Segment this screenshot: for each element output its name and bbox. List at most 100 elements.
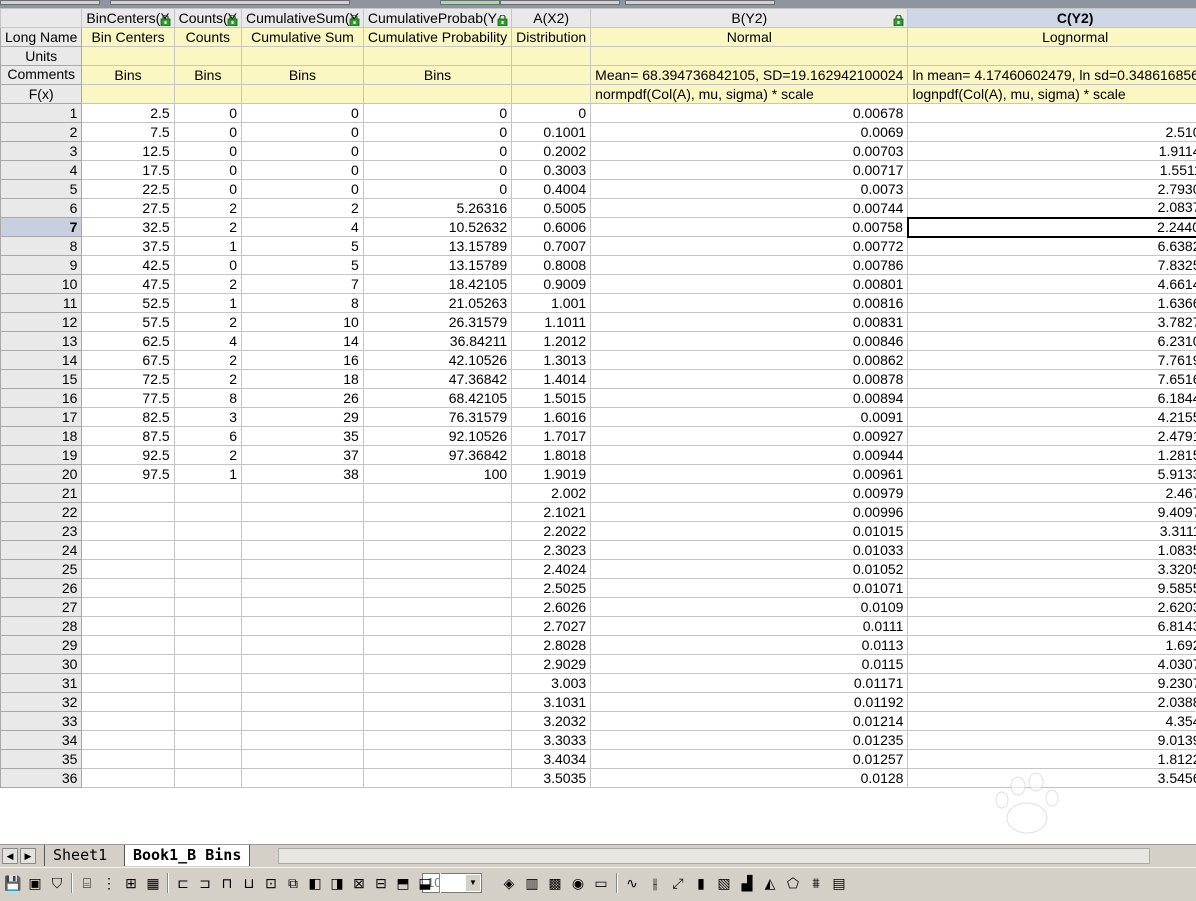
data-cell[interactable]: 5.26316	[363, 199, 511, 218]
data-cell[interactable]: 0.00894	[591, 389, 908, 408]
data-cell[interactable]: 1.2012	[512, 332, 591, 351]
data-cell[interactable]: 0.7007	[512, 237, 591, 256]
data-cell[interactable]: 5.91334E-21	[908, 465, 1196, 484]
comments-cell[interactable]: Bins	[242, 66, 364, 85]
data-cell[interactable]: 4.03076E-16	[908, 655, 1196, 674]
data-cell[interactable]: 1.3013	[512, 351, 591, 370]
data-cell[interactable]: 72.5	[82, 370, 174, 389]
data-cell[interactable]: 2.5107E-72	[908, 123, 1196, 142]
data-cell[interactable]: 0.00816	[591, 294, 908, 313]
data-cell[interactable]: 0.00801	[591, 275, 908, 294]
comments-cell[interactable]: Mean= 68.394736842105, SD=19.16294210002…	[591, 66, 908, 85]
data-cell[interactable]: 4.3545E-15	[908, 712, 1196, 731]
column-header[interactable]: Counts(Y	[174, 9, 241, 28]
data-cell[interactable]: 0.01214	[591, 712, 908, 731]
data-cell[interactable]	[363, 750, 511, 769]
data-cell[interactable]: 9.40972E-20	[908, 503, 1196, 522]
data-cell[interactable]: --	[908, 104, 1196, 123]
data-cell[interactable]: 1	[174, 294, 241, 313]
data-cell[interactable]	[82, 598, 174, 617]
tab-scroll-left-icon[interactable]: ◀	[2, 848, 18, 864]
data-cell[interactable]	[174, 579, 241, 598]
data-cell[interactable]: 3.78276E-28	[908, 313, 1196, 332]
data-cell[interactable]: 0	[363, 180, 511, 199]
units-cell[interactable]	[82, 47, 174, 66]
data-cell[interactable]: 2.62035E-17	[908, 598, 1196, 617]
data-cell[interactable]	[242, 655, 364, 674]
data-cell[interactable]: 2.03884E-15	[908, 693, 1196, 712]
data-cell[interactable]	[174, 731, 241, 750]
data-cell[interactable]: 7.76196E-26	[908, 351, 1196, 370]
data-cell[interactable]: 3.1031	[512, 693, 591, 712]
data-cell[interactable]	[82, 503, 174, 522]
data-cell[interactable]: 1.7017	[512, 427, 591, 446]
group-icon[interactable]: ▦	[144, 874, 162, 892]
data-cell[interactable]	[363, 484, 511, 503]
data-cell[interactable]: 0	[512, 104, 591, 123]
data-cell[interactable]	[363, 769, 511, 788]
data-cell[interactable]: 0.00758	[591, 218, 908, 237]
data-cell[interactable]: 1.91149E-57	[908, 142, 1196, 161]
data-cell[interactable]: 0.2002	[512, 142, 591, 161]
data-cell[interactable]	[242, 617, 364, 636]
data-cell[interactable]	[363, 560, 511, 579]
data-cell[interactable]: 2.4024	[512, 560, 591, 579]
align-right-icon[interactable]: ⊐	[196, 874, 214, 892]
layout-icon[interactable]: ⊞	[122, 874, 140, 892]
data-cell[interactable]: 4	[242, 218, 364, 237]
data-cell[interactable]: 13.15789	[363, 256, 511, 275]
data-cell[interactable]	[363, 541, 511, 560]
data-cell[interactable]: 0.01235	[591, 731, 908, 750]
fx-cell[interactable]	[82, 85, 174, 104]
data-cell[interactable]	[82, 541, 174, 560]
data-cell[interactable]	[242, 731, 364, 750]
data-cell[interactable]: 10	[242, 313, 364, 332]
row-number[interactable]: 7	[1, 218, 82, 237]
data-cell[interactable]: 0.00846	[591, 332, 908, 351]
data-cell[interactable]: 2.08373E-40	[908, 199, 1196, 218]
column-header[interactable]: BinCenters(X	[82, 9, 174, 28]
data-cell[interactable]	[363, 674, 511, 693]
comments-cell[interactable]: ln mean= 4.17460602479, ln sd=0.34861685…	[908, 66, 1196, 85]
data-cell[interactable]: 3.54563E-14	[908, 769, 1196, 788]
worksheet-grid[interactable]: BinCenters(XCounts(YCumulativeSum(YCumul…	[0, 8, 1196, 844]
tab-book1-b-bins[interactable]: Book1_B Bins	[124, 845, 250, 866]
data-cell[interactable]: 0.0128	[591, 769, 908, 788]
data-cell[interactable]: 14	[242, 332, 364, 351]
longname-cell[interactable]: Distribution	[512, 28, 591, 47]
data-cell[interactable]: 1	[174, 237, 241, 256]
row-number[interactable]: 3	[1, 142, 82, 161]
row-number[interactable]: 35	[1, 750, 82, 769]
row-number[interactable]: 18	[1, 427, 82, 446]
data-cell[interactable]: 2	[174, 351, 241, 370]
data-cell[interactable]	[82, 750, 174, 769]
data-cell[interactable]	[242, 579, 364, 598]
data-cell[interactable]: 2	[174, 446, 241, 465]
resize-icon[interactable]: ⊠	[350, 874, 368, 892]
data-cell[interactable]: 2	[174, 370, 241, 389]
row-number[interactable]: 17	[1, 408, 82, 427]
comments-cell[interactable]: Bins	[174, 66, 241, 85]
data-cell[interactable]: 0	[363, 161, 511, 180]
data-cell[interactable]: 3	[174, 408, 241, 427]
data-cell[interactable]: 68.42105	[363, 389, 511, 408]
data-cell[interactable]: 3.5035	[512, 769, 591, 788]
data-cell[interactable]: 0.0115	[591, 655, 908, 674]
row-number[interactable]: 34	[1, 731, 82, 750]
data-cell[interactable]: 1.55111E-49	[908, 161, 1196, 180]
line-symbol-icon[interactable]: ⤢	[669, 874, 687, 892]
data-cell[interactable]: 0.00862	[591, 351, 908, 370]
data-cell[interactable]: 0	[363, 142, 511, 161]
data-cell[interactable]	[242, 636, 364, 655]
data-cell[interactable]: 0	[363, 123, 511, 142]
polar-icon[interactable]: ⬠	[784, 874, 802, 892]
data-cell[interactable]: 7	[242, 275, 364, 294]
data-cell[interactable]: 4.21559E-23	[908, 408, 1196, 427]
data-cell[interactable]	[174, 693, 241, 712]
data-cell[interactable]: 5	[242, 237, 364, 256]
data-cell[interactable]: 9.01395E-15	[908, 731, 1196, 750]
data-cell[interactable]: 0.00717	[591, 161, 908, 180]
data-cell[interactable]: 18.42105	[363, 275, 511, 294]
data-cell[interactable]: 2	[242, 199, 364, 218]
data-cell[interactable]: 26	[242, 389, 364, 408]
